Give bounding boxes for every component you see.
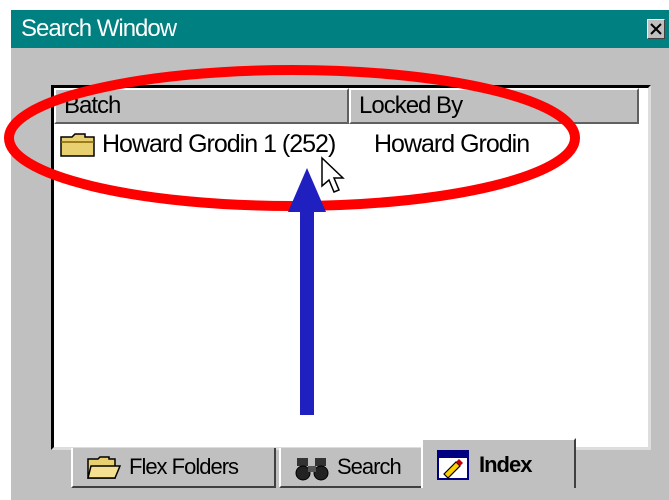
tab-strip: Flex Folders Search Index <box>11 438 669 500</box>
window-title: Search Window <box>21 15 177 42</box>
index-icon <box>437 450 469 480</box>
locked-by-name: Howard Grodin <box>374 130 530 158</box>
batch-list-view[interactable]: Batch Locked By Howard Grodin 1 (252) Ho… <box>51 85 651 450</box>
close-icon <box>650 23 662 35</box>
tab-index[interactable]: Index <box>421 438 576 488</box>
folder-open-icon <box>87 456 121 479</box>
folder-icon <box>60 133 95 157</box>
tab-search[interactable]: Search <box>279 448 424 488</box>
tab-label: Search <box>337 454 402 479</box>
column-header-locked-by[interactable]: Locked By <box>349 88 639 124</box>
binoculars-icon <box>295 458 329 481</box>
tab-label: Flex Folders <box>129 454 239 479</box>
column-header-batch[interactable]: Batch <box>54 88 349 124</box>
tab-flex-folders[interactable]: Flex Folders <box>71 448 276 488</box>
tab-label: Index <box>479 452 532 477</box>
search-window: Search Window Batch Locked By Howard Gro… <box>11 10 669 500</box>
title-bar[interactable]: Search Window <box>11 10 669 48</box>
batch-name: Howard Grodin 1 (252) <box>102 130 336 158</box>
list-item[interactable]: Howard Grodin 1 (252) Howard Grodin <box>54 126 648 162</box>
close-button[interactable] <box>647 19 665 39</box>
